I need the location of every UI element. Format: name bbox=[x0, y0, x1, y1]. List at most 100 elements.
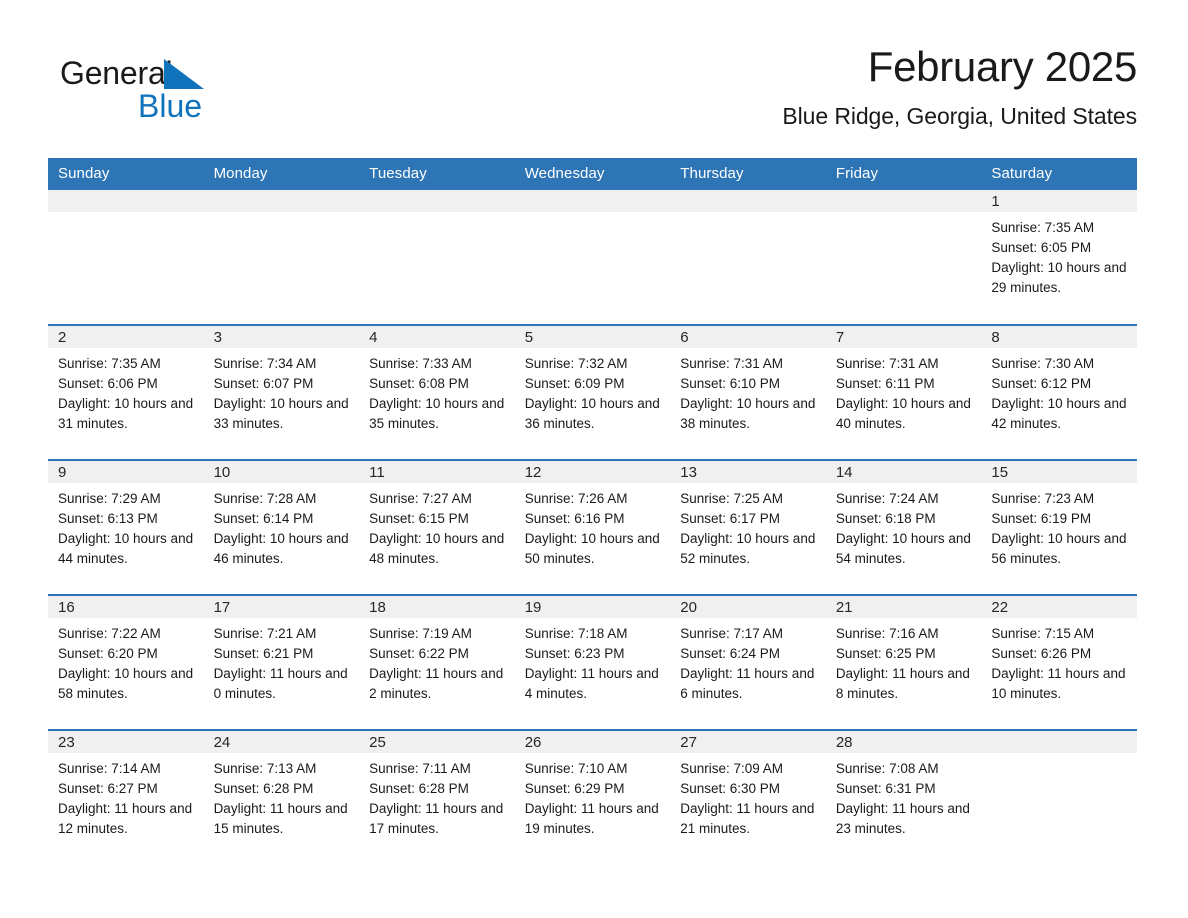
sunrise-text: Sunrise: 7:28 AM bbox=[213, 491, 317, 506]
week-row: 2 Sunrise: 7:35 AM Sunset: 6:06 PM Dayli… bbox=[48, 324, 1137, 460]
day-cell[interactable] bbox=[514, 190, 671, 325]
day-number: 23 bbox=[48, 731, 204, 753]
day-info: Sunrise: 7:27 AM Sunset: 6:15 PM Dayligh… bbox=[359, 483, 515, 569]
day-info: Sunrise: 7:31 AM Sunset: 6:10 PM Dayligh… bbox=[670, 348, 826, 434]
day-info: Sunrise: 7:34 AM Sunset: 6:07 PM Dayligh… bbox=[204, 348, 360, 434]
day-number bbox=[825, 190, 982, 212]
day-number: 28 bbox=[825, 731, 982, 753]
day-number: 19 bbox=[514, 596, 671, 618]
sunset-text: Sunset: 6:28 PM bbox=[213, 781, 314, 796]
day-info: Sunrise: 7:17 AM Sunset: 6:24 PM Dayligh… bbox=[670, 618, 826, 704]
day-cell[interactable] bbox=[48, 190, 204, 325]
day-number: 25 bbox=[359, 731, 515, 753]
day-cell[interactable]: 11 Sunrise: 7:27 AM Sunset: 6:15 PM Dayl… bbox=[359, 459, 515, 595]
day-info: Sunrise: 7:14 AM Sunset: 6:27 PM Dayligh… bbox=[48, 753, 204, 839]
daylight-text: Daylight: 10 hours and 50 minutes. bbox=[524, 531, 660, 566]
day-cell[interactable]: 12 Sunrise: 7:26 AM Sunset: 6:16 PM Dayl… bbox=[514, 459, 671, 595]
day-cell[interactable]: 25 Sunrise: 7:11 AM Sunset: 6:28 PM Dayl… bbox=[359, 729, 515, 865]
day-cell[interactable]: 2 Sunrise: 7:35 AM Sunset: 6:06 PM Dayli… bbox=[48, 324, 204, 460]
day-cell[interactable]: 27 Sunrise: 7:09 AM Sunset: 6:30 PM Dayl… bbox=[670, 729, 826, 865]
logo-text-blue: Blue bbox=[138, 88, 203, 124]
sunrise-text: Sunrise: 7:19 AM bbox=[369, 626, 472, 641]
daylight-text: Daylight: 11 hours and 2 minutes. bbox=[369, 666, 504, 701]
weekday-header-tuesday: Tuesday bbox=[359, 158, 515, 190]
day-cell[interactable]: 20 Sunrise: 7:17 AM Sunset: 6:24 PM Dayl… bbox=[670, 594, 826, 730]
day-cell[interactable]: 22 Sunrise: 7:15 AM Sunset: 6:26 PM Dayl… bbox=[981, 594, 1137, 730]
sunrise-text: Sunrise: 7:18 AM bbox=[524, 626, 628, 641]
daylight-text: Daylight: 10 hours and 29 minutes. bbox=[991, 260, 1127, 295]
daylight-text: Daylight: 10 hours and 56 minutes. bbox=[991, 531, 1127, 566]
day-number: 20 bbox=[670, 596, 826, 618]
day-info: Sunrise: 7:23 AM Sunset: 6:19 PM Dayligh… bbox=[981, 483, 1137, 569]
sunrise-text: Sunrise: 7:29 AM bbox=[58, 491, 161, 506]
daylight-text: Daylight: 10 hours and 35 minutes. bbox=[369, 396, 505, 431]
day-cell[interactable] bbox=[203, 190, 360, 325]
day-cell[interactable]: 16 Sunrise: 7:22 AM Sunset: 6:20 PM Dayl… bbox=[48, 594, 204, 730]
sunset-text: Sunset: 6:23 PM bbox=[524, 646, 625, 661]
sunrise-text: Sunrise: 7:14 AM bbox=[58, 761, 161, 776]
day-number: 17 bbox=[203, 596, 360, 618]
day-cell[interactable] bbox=[981, 729, 1137, 865]
day-cell[interactable] bbox=[825, 190, 982, 325]
daylight-text: Daylight: 11 hours and 0 minutes. bbox=[213, 666, 348, 701]
day-cell[interactable]: 15 Sunrise: 7:23 AM Sunset: 6:19 PM Dayl… bbox=[981, 459, 1137, 595]
day-cell[interactable]: 6 Sunrise: 7:31 AM Sunset: 6:10 PM Dayli… bbox=[670, 324, 826, 460]
sunset-text: Sunset: 6:15 PM bbox=[369, 511, 469, 526]
sunrise-text: Sunrise: 7:27 AM bbox=[369, 491, 472, 506]
sunset-text: Sunset: 6:26 PM bbox=[991, 646, 1092, 661]
day-cell[interactable]: 17 Sunrise: 7:21 AM Sunset: 6:21 PM Dayl… bbox=[203, 594, 360, 730]
sunrise-text: Sunrise: 7:23 AM bbox=[991, 491, 1095, 506]
sunset-text: Sunset: 6:29 PM bbox=[524, 781, 625, 796]
day-cell[interactable]: 7 Sunrise: 7:31 AM Sunset: 6:11 PM Dayli… bbox=[825, 324, 982, 460]
day-number: 16 bbox=[48, 596, 204, 618]
week-row: 16 Sunrise: 7:22 AM Sunset: 6:20 PM Dayl… bbox=[48, 594, 1137, 730]
day-number bbox=[981, 731, 1137, 753]
page-subtitle: Blue Ridge, Georgia, United States bbox=[782, 103, 1137, 129]
day-cell[interactable] bbox=[359, 190, 515, 325]
daylight-text: Daylight: 11 hours and 10 minutes. bbox=[991, 666, 1126, 701]
day-cell[interactable]: 28 Sunrise: 7:08 AM Sunset: 6:31 PM Dayl… bbox=[825, 729, 982, 865]
day-number: 13 bbox=[670, 461, 826, 483]
daylight-text: Daylight: 10 hours and 54 minutes. bbox=[835, 531, 971, 566]
day-number: 5 bbox=[514, 326, 671, 348]
sunrise-text: Sunrise: 7:11 AM bbox=[369, 761, 471, 776]
day-cell[interactable]: 21 Sunrise: 7:16 AM Sunset: 6:25 PM Dayl… bbox=[825, 594, 982, 730]
sunset-text: Sunset: 6:22 PM bbox=[369, 646, 469, 661]
day-cell[interactable]: 10 Sunrise: 7:28 AM Sunset: 6:14 PM Dayl… bbox=[203, 459, 360, 595]
sunrise-text: Sunrise: 7:33 AM bbox=[369, 356, 472, 371]
day-info: Sunrise: 7:09 AM Sunset: 6:30 PM Dayligh… bbox=[670, 753, 826, 839]
day-number: 22 bbox=[981, 596, 1137, 618]
daylight-text: Daylight: 11 hours and 19 minutes. bbox=[524, 801, 659, 836]
daylight-text: Daylight: 10 hours and 38 minutes. bbox=[680, 396, 816, 431]
sunset-text: Sunset: 6:25 PM bbox=[835, 646, 936, 661]
sunset-text: Sunset: 6:19 PM bbox=[991, 511, 1092, 526]
day-cell[interactable] bbox=[670, 190, 826, 325]
sunrise-text: Sunrise: 7:22 AM bbox=[58, 626, 161, 641]
day-cell[interactable]: 23 Sunrise: 7:14 AM Sunset: 6:27 PM Dayl… bbox=[48, 729, 204, 865]
day-cell[interactable]: 13 Sunrise: 7:25 AM Sunset: 6:17 PM Dayl… bbox=[670, 459, 826, 595]
day-info: Sunrise: 7:22 AM Sunset: 6:20 PM Dayligh… bbox=[48, 618, 204, 704]
day-cell[interactable]: 26 Sunrise: 7:10 AM Sunset: 6:29 PM Dayl… bbox=[514, 729, 671, 865]
day-cell[interactable]: 1 Sunrise: 7:35 AM Sunset: 6:05 PM Dayli… bbox=[981, 190, 1137, 325]
day-cell[interactable]: 19 Sunrise: 7:18 AM Sunset: 6:23 PM Dayl… bbox=[514, 594, 671, 730]
day-cell[interactable]: 8 Sunrise: 7:30 AM Sunset: 6:12 PM Dayli… bbox=[981, 324, 1137, 460]
day-info: Sunrise: 7:28 AM Sunset: 6:14 PM Dayligh… bbox=[204, 483, 360, 569]
calendar-table: Sunday Monday Tuesday Wednesday Thursday… bbox=[48, 158, 1137, 865]
day-cell[interactable]: 3 Sunrise: 7:34 AM Sunset: 6:07 PM Dayli… bbox=[203, 324, 360, 460]
sunset-text: Sunset: 6:21 PM bbox=[213, 646, 314, 661]
day-cell[interactable]: 5 Sunrise: 7:32 AM Sunset: 6:09 PM Dayli… bbox=[514, 324, 671, 460]
day-info: Sunrise: 7:19 AM Sunset: 6:22 PM Dayligh… bbox=[359, 618, 515, 704]
sunrise-text: Sunrise: 7:10 AM bbox=[524, 761, 628, 776]
day-cell[interactable]: 9 Sunrise: 7:29 AM Sunset: 6:13 PM Dayli… bbox=[48, 459, 204, 595]
day-number: 8 bbox=[981, 326, 1137, 348]
day-cell[interactable]: 4 Sunrise: 7:33 AM Sunset: 6:08 PM Dayli… bbox=[359, 324, 515, 460]
daylight-text: Daylight: 11 hours and 21 minutes. bbox=[680, 801, 815, 836]
day-cell[interactable]: 24 Sunrise: 7:13 AM Sunset: 6:28 PM Dayl… bbox=[203, 729, 360, 865]
day-number: 11 bbox=[359, 461, 515, 483]
sunrise-text: Sunrise: 7:34 AM bbox=[213, 356, 317, 371]
sunrise-text: Sunrise: 7:21 AM bbox=[213, 626, 317, 641]
daylight-text: Daylight: 10 hours and 46 minutes. bbox=[213, 531, 349, 566]
day-cell[interactable]: 14 Sunrise: 7:24 AM Sunset: 6:18 PM Dayl… bbox=[825, 459, 982, 595]
day-cell[interactable]: 18 Sunrise: 7:19 AM Sunset: 6:22 PM Dayl… bbox=[359, 594, 515, 730]
page-title: February 2025 bbox=[867, 43, 1138, 90]
